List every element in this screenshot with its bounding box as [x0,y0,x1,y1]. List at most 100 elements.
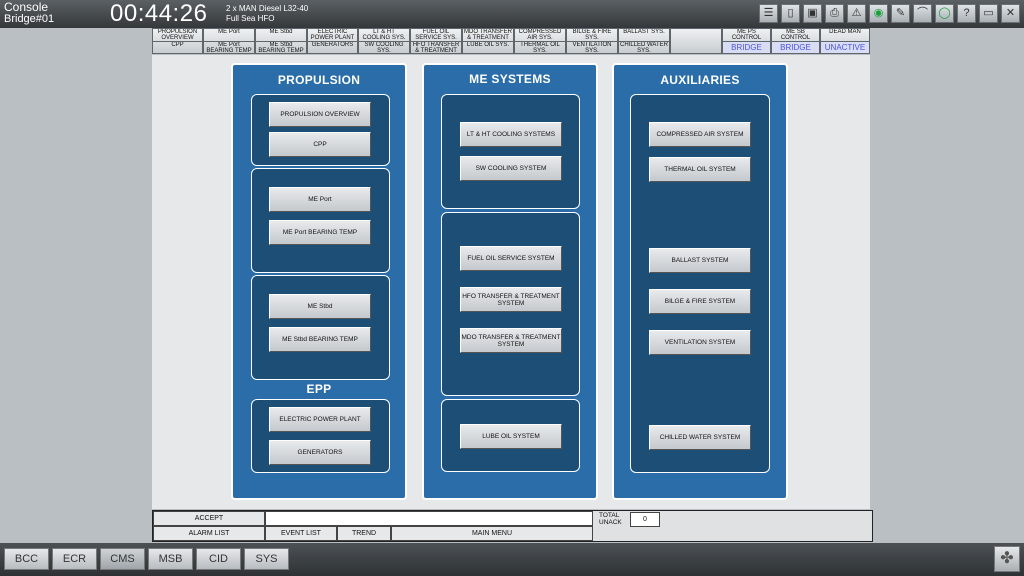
nav-bottom-label: SW COOLING SYS. [359,41,409,53]
me-stbd-button[interactable]: ME Stbd [269,294,371,319]
nav-button-3[interactable]: ME Stbd ME Stbd BEARING TEMP [255,28,307,54]
main-menu-button[interactable]: MAIN MENU [391,526,593,541]
nav-button-10[interactable]: BALLAST SYS. CHILLED WATER SYS. [618,28,670,54]
bilge-fire-button[interactable]: BILGE & FIRE SYSTEM [649,289,751,314]
me-port-button[interactable]: ME Port [269,187,371,212]
me-stbd-bearing-button[interactable]: ME Stbd BEARING TEMP [269,327,371,352]
me-stbd-group: ME Stbd ME Stbd BEARING TEMP [251,275,390,380]
toolbar: ☰ ▯ ▣ ⎙ ⚠ ◉ ✎ ⌒ ◯ ? ▭ ✕ [759,4,1020,23]
auxiliaries-title: AUXILIARIES [660,73,740,87]
total-label: TOTAL [599,512,620,519]
tab-cid[interactable]: CID [196,548,241,570]
print-icon[interactable]: ⎙ [825,4,844,23]
nav-button-4[interactable]: ELECTRIC POWER PLANT GENERATORS [307,28,358,54]
lube-oil-button[interactable]: LUBE OIL SYSTEM [460,424,562,449]
nav-bottom-label: CHILLED WATER SYS. [619,41,669,53]
auxiliaries-panel: AUXILIARIES COMPRESSED AIR SYSTEM THERMA… [612,63,788,500]
cooling-group: LT & HT COOLING SYSTEMS SW COOLING SYSTE… [441,94,580,209]
console-info: Console Bridge#01 [4,1,54,25]
electric-power-plant-button[interactable]: ELECTRIC POWER PLANT [269,407,371,432]
chart-icon[interactable]: ⌒ [913,4,932,23]
tab-ecr[interactable]: ECR [52,548,97,570]
nav-button-2[interactable]: ME Port ME Port BEARING TEMP [203,28,255,54]
edit-icon[interactable]: ✎ [891,4,910,23]
nav-bottom-label: VENTILATION SYS. [567,41,617,53]
hfo-transfer-button[interactable]: HFO TRANSFER & TREATMENT SYSTEM [460,287,562,312]
auxiliaries-group: COMPRESSED AIR SYSTEM THERMAL OIL SYSTEM… [630,94,770,473]
mdo-transfer-button[interactable]: MDO TRANSFER & TREATMENT SYSTEM [460,328,562,353]
save-icon[interactable]: ▣ [803,4,822,23]
nav-top-label: ME Stbd [269,29,293,35]
nav-button-7[interactable]: MDO TRANSFER & TREATMENT LUBE OIL SYS. [462,28,514,54]
window-icon[interactable]: ▭ [979,4,998,23]
station-label: Bridge#01 [4,13,55,25]
nav-top-label: PROPULSION OVERVIEW [157,29,198,41]
list-icon[interactable]: ☰ [759,4,778,23]
trend-button[interactable]: TREND [337,526,391,541]
propulsion-group: PROPULSION OVERVIEW CPP [251,94,390,166]
chilled-water-button[interactable]: CHILLED WATER SYSTEM [649,425,751,450]
nav-top-label: BALLAST SYS. [623,29,665,35]
ventilation-button[interactable]: VENTILATION SYSTEM [649,330,751,355]
tab-bcc[interactable]: BCC [4,548,49,570]
lube-group: LUBE OIL SYSTEM [441,399,580,472]
fan-icon[interactable]: ✤ [994,546,1020,572]
propulsion-panel: PROPULSION PROPULSION OVERVIEW CPP ME Po… [231,63,407,500]
status-label: ME PS CONTROL [731,29,762,41]
me-ps-control[interactable]: ME PS CONTROL BRIDGE [722,28,771,54]
nav-bottom-label: LUBE OIL SYS. [463,41,513,53]
epp-group: ELECTRIC POWER PLANT GENERATORS [251,399,390,473]
thermal-oil-button[interactable]: THERMAL OIL SYSTEM [649,157,751,182]
page-icon[interactable]: ▯ [781,4,800,23]
nav-top-label: COMPRESSED AIR SYS. [518,29,562,41]
propulsion-title: PROPULSION [277,73,361,87]
accept-button[interactable]: ACCEPT [153,511,265,526]
epp-title: EPP [306,382,332,396]
me-sb-control[interactable]: ME SB CONTROL BRIDGE [771,28,820,54]
camera-icon[interactable]: ◉ [869,4,888,23]
nav-button-8[interactable]: COMPRESSED AIR SYS. THERMAL OIL SYS. [514,28,566,54]
alarm-icon[interactable]: ⚠ [847,4,866,23]
alarm-bar: ACCEPT TOTAL UNACK 0 ALARM LIST EVENT LI… [152,510,873,542]
clock: 00:44:26 [110,0,208,27]
alarm-message-field [265,511,593,526]
compressed-air-button[interactable]: COMPRESSED AIR SYSTEM [649,122,751,147]
nav-button-5[interactable]: LT & HT COOLING SYS. SW COOLING SYS. [358,28,410,54]
chat-icon[interactable]: ◯ [935,4,954,23]
close-icon[interactable]: ✕ [1001,4,1020,23]
fuel-oil-service-button[interactable]: FUEL OIL SERVICE SYSTEM [460,246,562,271]
nav-button-1[interactable]: PROPULSION OVERVIEW CPP [152,28,203,54]
nav-bottom-label: CPP [153,41,202,53]
fuel-group: FUEL OIL SERVICE SYSTEM HFO TRANSFER & T… [441,212,580,396]
nav-top-label: MDO TRANSFER & TREATMENT [464,29,512,41]
me-port-group: ME Port ME Port BEARING TEMP [251,168,390,273]
unack-count: 0 [630,512,660,527]
tab-sys[interactable]: SYS [244,548,289,570]
engine-info: 2 x MAN Diesel L32-40 Full Sea HFO [226,4,308,24]
ballast-button[interactable]: BALLAST SYSTEM [649,248,751,273]
engine-mode: Full Sea HFO [226,14,275,23]
nav-top-label: BILGE & FIRE SYS. [572,29,612,41]
nav-button-9[interactable]: BILGE & FIRE SYS. VENTILATION SYS. [566,28,618,54]
tab-cms[interactable]: CMS [100,548,145,570]
alarm-list-button[interactable]: ALARM LIST [153,526,265,541]
me-systems-panel: ME SYSTEMS LT & HT COOLING SYSTEMS SW CO… [422,63,598,500]
event-list-button[interactable]: EVENT LIST [265,526,337,541]
propulsion-overview-button[interactable]: PROPULSION OVERVIEW [269,102,371,127]
dead-man[interactable]: DEAD MAN UNACTIVE [820,28,870,54]
nav-bottom-label: ME Port BEARING TEMP [204,41,254,53]
cpp-button[interactable]: CPP [269,132,371,157]
help-icon[interactable]: ? [957,4,976,23]
nav-bottom-label: THERMAL OIL SYS. [515,41,565,53]
status-value: BRIDGE [723,41,770,53]
nav-top-label: LT & HT COOLING SYS. [362,29,406,41]
engine-type: 2 x MAN Diesel L32-40 [226,4,309,13]
status-value: BRIDGE [772,41,819,53]
generators-button[interactable]: GENERATORS [269,440,371,465]
tab-msb[interactable]: MSB [148,548,193,570]
total-unack-label: TOTAL UNACK [599,512,622,526]
lt-ht-cooling-button[interactable]: LT & HT COOLING SYSTEMS [460,122,562,147]
nav-button-6[interactable]: FUEL OIL SERVICE SYS. HFO TRANSFER & TREA… [410,28,462,54]
me-port-bearing-button[interactable]: ME Port BEARING TEMP [269,220,371,245]
sw-cooling-button[interactable]: SW COOLING SYSTEM [460,156,562,181]
